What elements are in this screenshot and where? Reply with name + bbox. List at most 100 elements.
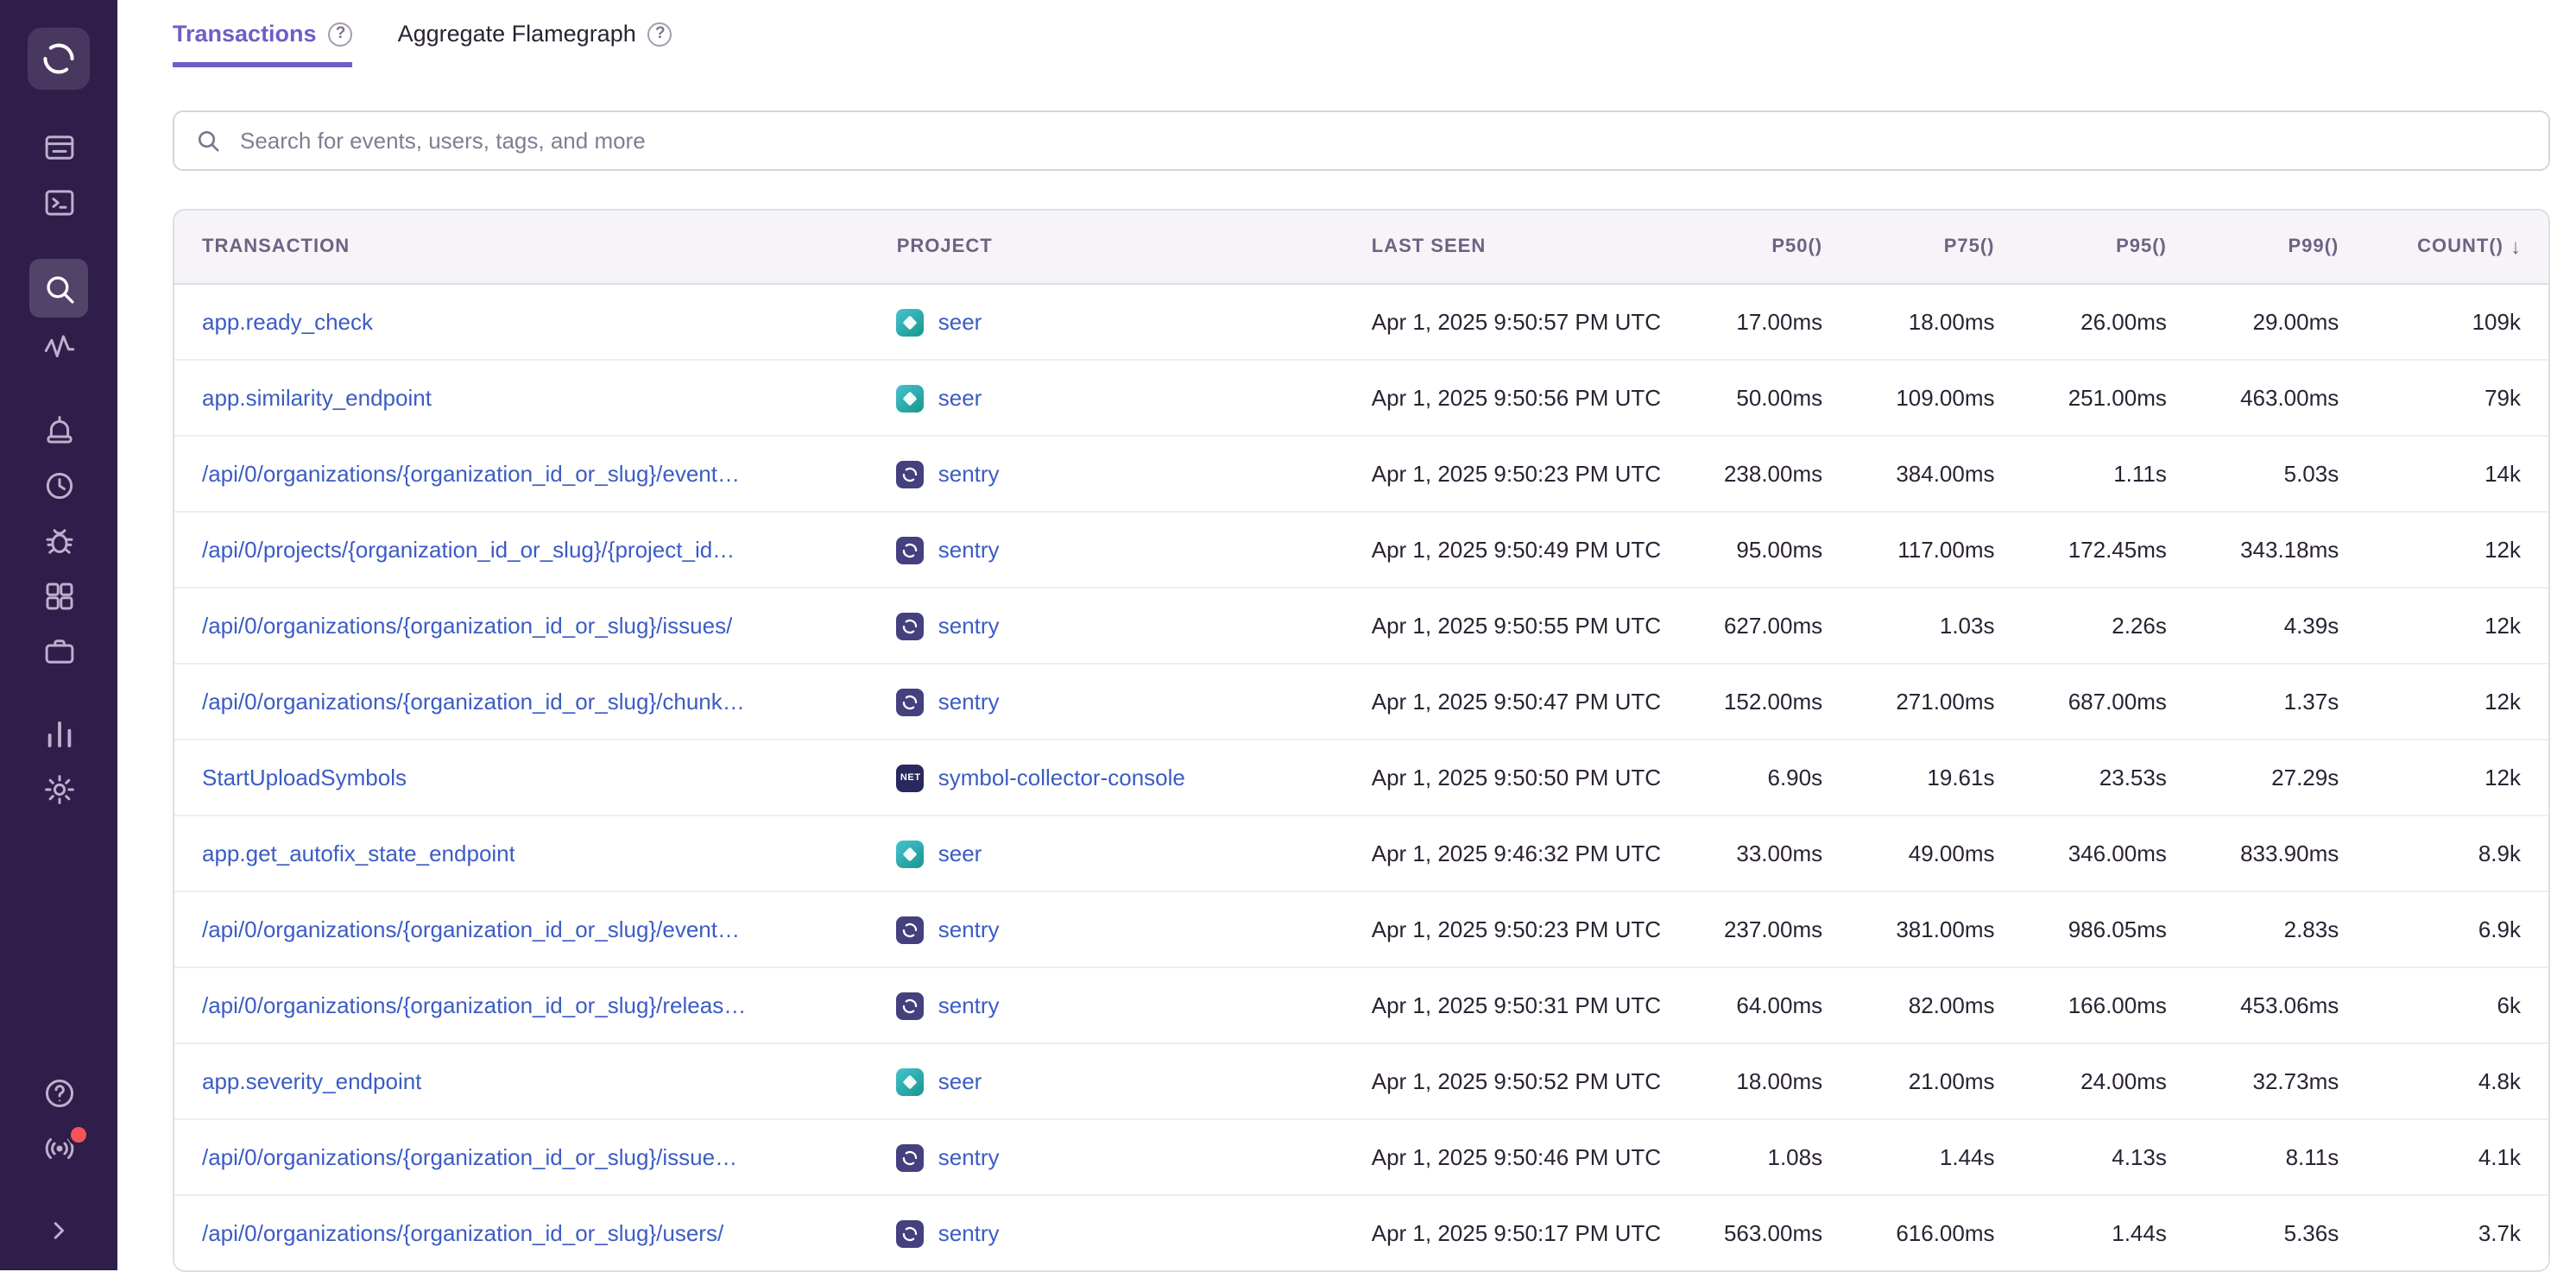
tab-aggregate-flamegraph[interactable]: Aggregate Flamegraph ? xyxy=(398,21,672,67)
count-cell: 6k xyxy=(2356,992,2548,1018)
project-link[interactable]: seer xyxy=(938,309,982,335)
column-header-last-seen[interactable]: Last Seen xyxy=(1354,236,1668,257)
p95-cell: 251.00ms xyxy=(2012,385,2184,411)
tab-bar: Transactions ? Aggregate Flamegraph ? xyxy=(173,21,2550,67)
project-link[interactable]: sentry xyxy=(938,613,1000,639)
transaction-link[interactable]: app.similarity_endpoint xyxy=(202,385,432,411)
sidebar-item-dashboards[interactable] xyxy=(29,570,88,621)
transaction-link[interactable]: /api/0/organizations/{organization_id_or… xyxy=(202,992,746,1018)
project-cell: sentry xyxy=(880,536,1354,564)
transaction-link[interactable]: StartUploadSymbols xyxy=(202,765,407,790)
project-link[interactable]: sentry xyxy=(938,916,1000,942)
p75-cell: 271.00ms xyxy=(1840,689,2011,715)
project-link[interactable]: sentry xyxy=(938,1144,1000,1170)
project-link[interactable]: symbol-collector-console xyxy=(938,765,1185,790)
transactions-table: Transaction Project Last Seen P50() P75(… xyxy=(173,209,2550,1272)
traces-icon xyxy=(41,329,77,365)
project-link[interactable]: sentry xyxy=(938,992,1000,1018)
project-cell: sentry xyxy=(880,460,1354,488)
issues-icon xyxy=(41,129,77,165)
sidebar-item-releases[interactable] xyxy=(29,625,88,677)
p95-cell: 23.53s xyxy=(2012,765,2184,790)
column-header-transaction[interactable]: Transaction xyxy=(174,236,880,257)
column-header-p75[interactable]: P75() xyxy=(1840,236,2011,257)
sidebar-item-help[interactable] xyxy=(29,1067,88,1118)
last-seen-cell: Apr 1, 2025 9:50:55 PM UTC xyxy=(1354,613,1668,639)
sidebar-item-stats[interactable] xyxy=(29,708,88,759)
table-row: /api/0/organizations/{organization_id_or… xyxy=(174,664,2548,740)
last-seen-cell: Apr 1, 2025 9:50:31 PM UTC xyxy=(1354,992,1668,1018)
transaction-cell: /api/0/organizations/{organization_id_or… xyxy=(174,916,880,942)
project-link[interactable]: sentry xyxy=(938,689,1000,715)
project-cell: sentry xyxy=(880,612,1354,639)
transaction-link[interactable]: app.get_autofix_state_endpoint xyxy=(202,841,515,866)
project-link[interactable]: sentry xyxy=(938,537,1000,563)
transaction-link[interactable]: /api/0/organizations/{organization_id_or… xyxy=(202,461,740,487)
transaction-link[interactable]: /api/0/organizations/{organization_id_or… xyxy=(202,1220,723,1246)
sidebar-bottom xyxy=(29,1067,88,1260)
main-content: Transactions ? Aggregate Flamegraph ? Tr… xyxy=(117,0,2576,1270)
project-sentry-icon xyxy=(897,612,925,639)
project-link[interactable]: seer xyxy=(938,385,982,411)
search-input[interactable] xyxy=(237,126,2528,155)
transaction-link[interactable]: /api/0/organizations/{organization_id_or… xyxy=(202,916,740,942)
briefcase-icon xyxy=(41,633,77,669)
transaction-link[interactable]: /api/0/organizations/{organization_id_or… xyxy=(202,1144,737,1170)
tab-transactions[interactable]: Transactions ? xyxy=(173,21,353,67)
chevron-right-icon xyxy=(43,1215,74,1246)
p50-cell: 1.08s xyxy=(1668,1144,1840,1170)
bug-icon xyxy=(41,522,77,558)
p99-cell: 5.03s xyxy=(2184,461,2356,487)
project-cell: seer xyxy=(880,1067,1354,1095)
column-header-count[interactable]: Count() ↓ xyxy=(2356,235,2548,259)
transaction-link[interactable]: app.ready_check xyxy=(202,309,373,335)
sidebar-item-search[interactable] xyxy=(29,259,88,318)
table-row: /api/0/organizations/{organization_id_or… xyxy=(174,1120,2548,1196)
last-seen-cell: Apr 1, 2025 9:50:23 PM UTC xyxy=(1354,916,1668,942)
siren-icon xyxy=(41,412,77,448)
p50-cell: 95.00ms xyxy=(1668,537,1840,563)
p50-cell: 563.00ms xyxy=(1668,1220,1840,1246)
sidebar-item-issues[interactable] xyxy=(29,121,88,173)
count-cell: 12k xyxy=(2356,613,2548,639)
sidebar-item-settings[interactable] xyxy=(29,763,88,815)
sidebar-item-user-feedback[interactable] xyxy=(29,514,88,566)
project-link[interactable]: seer xyxy=(938,841,982,866)
p50-cell: 17.00ms xyxy=(1668,309,1840,335)
table-row: /api/0/organizations/{organization_id_or… xyxy=(174,589,2548,664)
p50-cell: 64.00ms xyxy=(1668,992,1840,1018)
transaction-link[interactable]: /api/0/organizations/{organization_id_or… xyxy=(202,689,745,715)
project-sentry-icon xyxy=(897,992,925,1019)
p50-cell: 237.00ms xyxy=(1668,916,1840,942)
projects-icon xyxy=(41,184,77,220)
column-header-project[interactable]: Project xyxy=(880,236,1354,257)
project-dotnet-icon: NET xyxy=(897,764,925,791)
column-header-count-label: Count() xyxy=(2417,236,2503,257)
transaction-link[interactable]: /api/0/organizations/{organization_id_or… xyxy=(202,613,732,639)
sidebar-item-replays[interactable] xyxy=(29,459,88,511)
search-bar xyxy=(173,110,2550,171)
transaction-link[interactable]: /api/0/projects/{organization_id_or_slug… xyxy=(202,537,735,563)
p75-cell: 49.00ms xyxy=(1840,841,2011,866)
column-header-p95[interactable]: P95() xyxy=(2012,236,2184,257)
column-header-p99[interactable]: P99() xyxy=(2184,236,2356,257)
help-circle-icon[interactable]: ? xyxy=(329,22,353,46)
column-header-p50[interactable]: P50() xyxy=(1668,236,1840,257)
p75-cell: 616.00ms xyxy=(1840,1220,2011,1246)
project-link[interactable]: sentry xyxy=(938,1220,1000,1246)
sentry-logo[interactable] xyxy=(28,28,90,90)
sidebar-collapse-toggle[interactable] xyxy=(29,1205,88,1256)
table-row: app.get_autofix_state_endpointseerApr 1,… xyxy=(174,816,2548,892)
p95-cell: 24.00ms xyxy=(2012,1068,2184,1094)
sidebar-item-whats-new[interactable] xyxy=(29,1122,88,1174)
transaction-link[interactable]: app.severity_endpoint xyxy=(202,1068,421,1094)
sidebar-item-alerts[interactable] xyxy=(29,404,88,456)
p99-cell: 8.11s xyxy=(2184,1144,2356,1170)
sidebar-item-traces[interactable] xyxy=(29,321,88,373)
p95-cell: 172.45ms xyxy=(2012,537,2184,563)
help-circle-icon[interactable]: ? xyxy=(648,22,672,46)
grid-icon xyxy=(41,577,77,614)
project-link[interactable]: seer xyxy=(938,1068,982,1094)
project-link[interactable]: sentry xyxy=(938,461,1000,487)
sidebar-item-projects[interactable] xyxy=(29,176,88,228)
